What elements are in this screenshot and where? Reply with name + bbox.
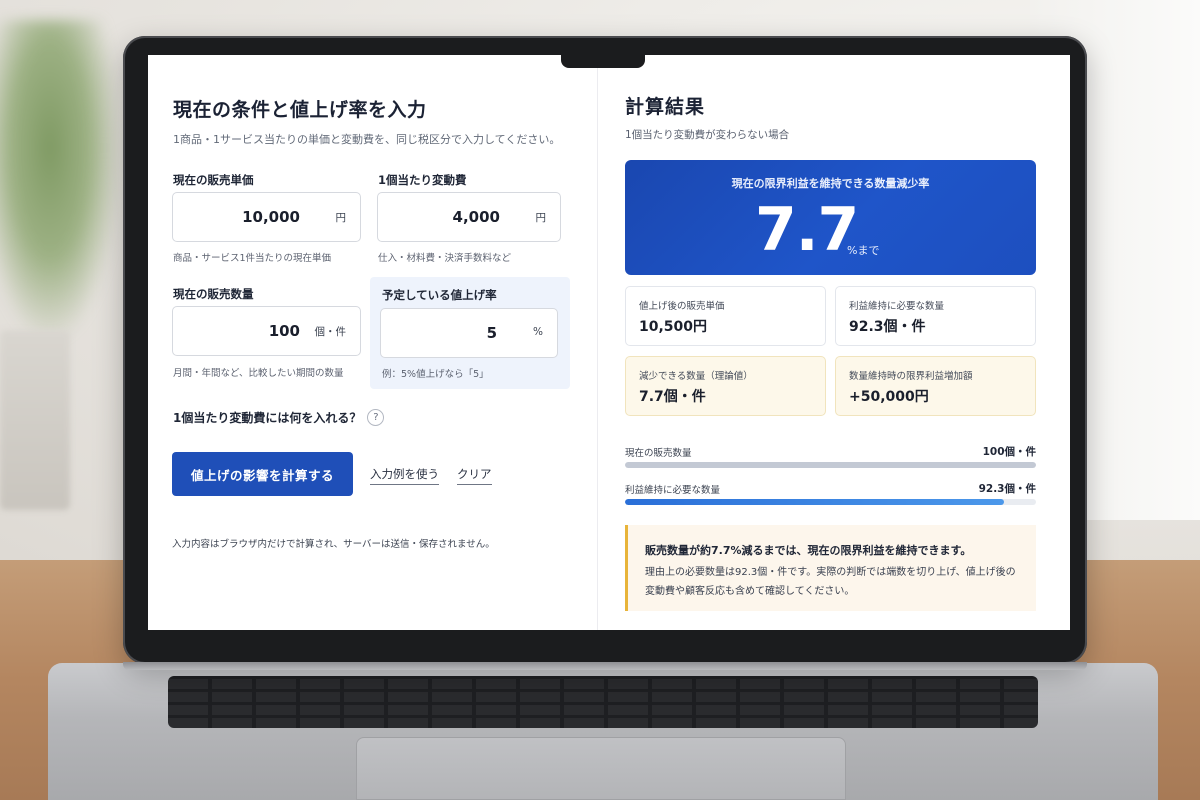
- card-value: +50,000円: [849, 389, 929, 405]
- card-required-quantity: 利益維持に必要な数量 92.3個・件: [835, 286, 1036, 346]
- input-panel: 現在の条件と値上げ率を入力 1商品・1サービス当たりの単価と変動費を、同じ税区分…: [148, 55, 597, 630]
- input-panel-subtitle: 1商品・1サービス当たりの単価と変動費を、同じ税区分で入力してください。: [173, 133, 561, 146]
- laptop-hinge: [123, 662, 1087, 670]
- card-reducible-quantity: 減少できる数量（理論値） 7.7個・件: [625, 356, 826, 416]
- required-quantity-bar-value: 92.3個・件: [978, 483, 1036, 495]
- price-unit: 円: [335, 212, 347, 224]
- quantity-field[interactable]: 100 個・件: [172, 306, 361, 356]
- question-mark-icon[interactable]: ?: [367, 409, 385, 426]
- summary-note-body: 理由上の必要数量は92.3個・件です。実際の判断では端数を切り上げ、値上げ後の変…: [645, 567, 1016, 597]
- quantity-label: 現在の販売数量: [173, 287, 254, 301]
- use-example-link[interactable]: 入力例を使う: [370, 466, 439, 485]
- hero-result-card: 現在の限界利益を維持できる数量減少率 7.7 %まで: [625, 160, 1036, 275]
- laptop-keyboard: [168, 676, 1038, 728]
- increase-rate-unit: %: [533, 326, 543, 338]
- calculate-button[interactable]: 値上げの影響を計算する: [172, 452, 353, 496]
- background-plant: [0, 20, 120, 340]
- variable-cost-unit: 円: [535, 212, 547, 224]
- increase-rate-value: 5: [486, 324, 497, 342]
- card-new-price: 値上げ後の販売単価 10,500円: [625, 286, 826, 346]
- increase-rate-label: 予定している値上げ率: [382, 288, 497, 302]
- variable-cost-label: 1個当たり変動費: [378, 173, 467, 187]
- background-plant-pot: [0, 330, 70, 510]
- current-quantity-bar-label: 現在の販売数量: [625, 448, 692, 459]
- card-value: 10,500円: [639, 319, 708, 335]
- laptop-screen: 現在の条件と値上げ率を入力 1商品・1サービス当たりの単価と変動費を、同じ税区分…: [148, 55, 1070, 630]
- result-panel-subtitle: 1個当たり変動費が変わらない場合: [625, 129, 790, 141]
- hero-result-title: 現在の限界利益を維持できる数量減少率: [731, 177, 930, 190]
- camera-notch: [561, 54, 645, 68]
- card-profit-increase: 数量維持時の限界利益増加額 +50,000円: [835, 356, 1036, 416]
- quantity-unit: 個・件: [314, 326, 347, 338]
- card-label: 値上げ後の販売単価: [639, 301, 725, 312]
- summary-note-title: 販売数量が約7.7%減るまでは、現在の限界利益を維持できます。: [645, 544, 972, 557]
- privacy-footnote: 入力内容はブラウザ内だけで計算され、サーバーは送信・保存されません。: [172, 539, 495, 550]
- variable-cost-help-text: 1個当たり変動費には何を入れる？: [173, 411, 362, 425]
- variable-cost-field[interactable]: 4,000 円: [377, 192, 561, 242]
- required-quantity-bar-fill: [625, 499, 1005, 505]
- current-quantity-bar-fill: [625, 462, 1036, 468]
- card-label: 数量維持時の限界利益増加額: [849, 371, 973, 382]
- clear-link[interactable]: クリア: [457, 466, 492, 485]
- quantity-hint: 月間・年間など、比較したい期間の数量: [173, 368, 344, 379]
- increase-rate-group: 予定している値上げ率 5 % 例：5%値上げなら「5」: [370, 277, 570, 389]
- result-panel-title: 計算結果: [625, 96, 706, 118]
- input-panel-title: 現在の条件と値上げ率を入力: [173, 99, 427, 121]
- card-value: 7.7個・件: [639, 389, 706, 405]
- current-quantity-bar-value: 100個・件: [982, 446, 1036, 458]
- current-quantity-bar: [625, 462, 1036, 468]
- variable-cost-hint: 仕入・材料費・決済手数料など: [378, 253, 512, 264]
- card-label: 減少できる数量（理論値）: [639, 371, 753, 382]
- card-value: 92.3個・件: [849, 319, 926, 335]
- required-quantity-bar: [625, 499, 1036, 505]
- increase-rate-hint: 例：5%値上げなら「5」: [382, 369, 489, 380]
- increase-rate-field[interactable]: 5 %: [380, 308, 558, 358]
- quantity-value: 100: [268, 322, 300, 340]
- laptop-trackpad: [356, 737, 846, 800]
- hero-result-unit: %まで: [847, 244, 880, 257]
- result-panel: 計算結果 1個当たり変動費が変わらない場合 現在の限界利益を維持できる数量減少率…: [598, 55, 1070, 630]
- price-label: 現在の販売単価: [173, 173, 254, 187]
- variable-cost-help[interactable]: 1個当たり変動費には何を入れる？ ?: [173, 409, 385, 426]
- summary-note: 販売数量が約7.7%減るまでは、現在の限界利益を維持できます。 理由上の必要数量…: [625, 525, 1036, 611]
- price-hint: 商品・サービス1件当たりの現在単価: [173, 253, 332, 264]
- price-field[interactable]: 10,000 円: [172, 192, 361, 242]
- price-value: 10,000: [242, 208, 300, 226]
- required-quantity-bar-label: 利益維持に必要な数量: [625, 485, 721, 496]
- variable-cost-value: 4,000: [452, 208, 500, 226]
- hero-result-value: 7.7: [755, 195, 859, 265]
- card-label: 利益維持に必要な数量: [849, 301, 945, 312]
